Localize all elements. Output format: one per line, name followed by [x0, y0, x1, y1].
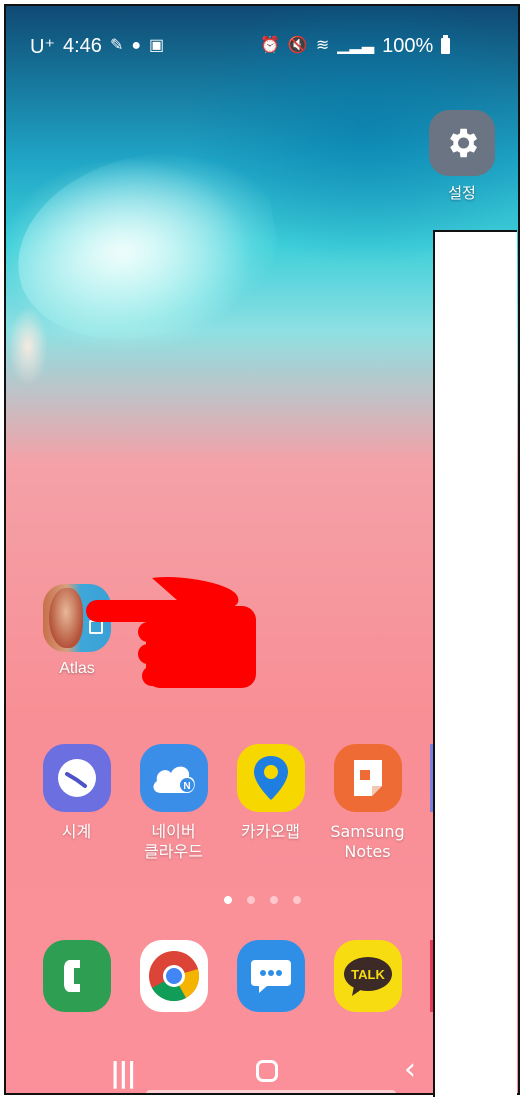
naver-cloud-label: 네이버 클라우드	[144, 822, 203, 861]
anatomy-face-graphic	[49, 588, 83, 648]
cloud-icon: N	[139, 744, 208, 812]
notes-icon	[333, 744, 402, 812]
wallpaper-swirl	[6, 134, 290, 358]
chrome-icon	[139, 940, 208, 1012]
page-dot	[293, 896, 301, 904]
app-samsung-notes[interactable]: Samsung Notes	[319, 744, 416, 862]
kakaotalk-text: TALK	[351, 967, 385, 982]
kakaomap-label: 카카오맵	[241, 822, 300, 841]
status-left: U⁺ 4:46 ✎ ● ▣	[30, 34, 164, 59]
kakaotalk-icon: TALK	[333, 940, 402, 1012]
wifi-icon: ≋	[315, 37, 330, 54]
svg-text:N: N	[183, 781, 190, 792]
back-chevron-icon[interactable]: ‹	[404, 1052, 416, 1087]
page-dot	[247, 896, 255, 904]
overlay-white-panel	[433, 230, 517, 1097]
image-icon: ▣	[149, 37, 165, 54]
clock-icon	[42, 744, 111, 812]
app-settings[interactable]: 설정	[426, 110, 498, 203]
settings-label: 설정	[448, 184, 476, 202]
battery-percent: 100%	[382, 34, 434, 57]
app-messages[interactable]	[222, 940, 319, 1012]
app-kakaotalk[interactable]: TALK	[319, 940, 416, 1012]
red-pointing-hand-icon	[86, 576, 256, 688]
gear-icon	[429, 110, 495, 176]
dock: TALK	[28, 940, 448, 1012]
clock-label: 시계	[61, 822, 92, 841]
app-clock[interactable]: 시계	[28, 744, 125, 862]
home-app-row: 시계 N 네이버 클라우드 카카오맵 Samsung Notes	[28, 744, 448, 862]
battery-icon	[441, 35, 451, 54]
wallpaper-highlight	[8, 306, 48, 386]
samsung-notes-label: Samsung Notes	[330, 822, 405, 861]
page-indicator	[224, 896, 301, 904]
screenshot-frame: U⁺ 4:46 ✎ ● ▣ ⏰ 🔇 ≋ ▁▂▃ 100% 설정 Atlas 시계…	[0, 0, 521, 1099]
status-right: ⏰ 🔇 ≋ ▁▂▃ 100%	[260, 34, 451, 58]
pen-icon: ✎	[109, 37, 124, 54]
location-pin-icon: ●	[131, 37, 142, 54]
app-phone[interactable]	[28, 940, 125, 1012]
page-dot-home	[224, 896, 232, 904]
alarm-icon: ⏰	[260, 37, 280, 54]
carrier-label: U⁺	[30, 35, 55, 58]
mute-icon: 🔇	[287, 37, 308, 54]
app-naver-cloud[interactable]: N 네이버 클라우드	[125, 744, 222, 862]
page-dot	[270, 896, 278, 904]
map-pin-icon	[236, 744, 305, 812]
status-bar: U⁺ 4:46 ✎ ● ▣ ⏰ 🔇 ≋ ▁▂▃ 100%	[30, 32, 451, 60]
app-chrome[interactable]	[125, 940, 222, 1012]
signal-icon: ▁▂▃	[337, 37, 375, 54]
clock-time: 4:46	[63, 34, 102, 57]
message-bubble-icon	[236, 940, 305, 1012]
app-kakaomap[interactable]: 카카오맵	[222, 744, 319, 862]
home-button-icon[interactable]	[256, 1060, 278, 1082]
recent-apps-icon[interactable]: |||	[110, 1056, 137, 1089]
phone-icon	[42, 940, 111, 1012]
gesture-handle	[146, 1090, 396, 1093]
